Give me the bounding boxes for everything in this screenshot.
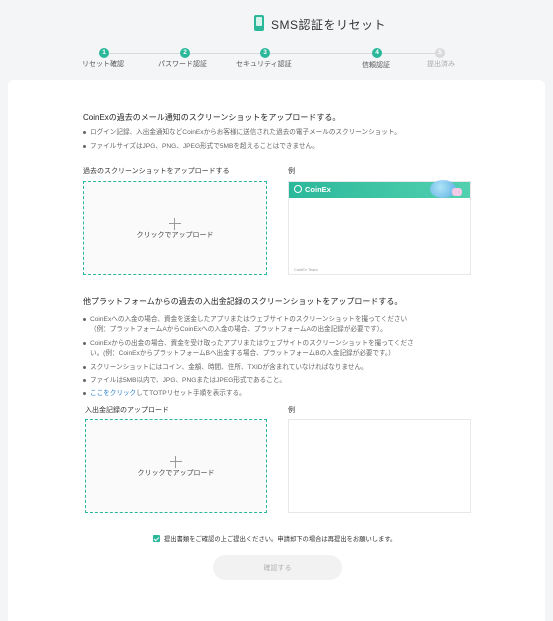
coinex-logo: CoinEx bbox=[294, 185, 331, 194]
list-item: ここをクリックしてTOTPリセット手順を表示する。 bbox=[83, 389, 246, 398]
step-connector bbox=[270, 53, 373, 54]
email-screenshot-upload[interactable]: クリックでアップロード bbox=[83, 181, 267, 275]
example-label: 例 bbox=[288, 407, 295, 414]
example-footer: CoinEx Team bbox=[294, 267, 318, 272]
upload-text: クリックでアップロード bbox=[137, 470, 215, 477]
example-banner: CoinEx bbox=[289, 180, 470, 198]
step-connector bbox=[105, 53, 183, 54]
step-2-indicator: 2 bbox=[180, 48, 190, 58]
plus-icon bbox=[169, 218, 181, 230]
upload-text: クリックでアップロード bbox=[136, 232, 214, 239]
step-3-label: セキュリティ認証 bbox=[236, 61, 292, 68]
step-2-label: パスワード認証 bbox=[158, 61, 207, 68]
step-progress: 1 リセット確認 2 パスワード認証 3 セキュリティ認証 4 信頼認証 5 提… bbox=[0, 48, 553, 72]
step-connector bbox=[381, 53, 435, 54]
list-item-continuation: い。(例：CoinExからプラットフォームBへ出金する場合、プラットフォームBの… bbox=[90, 350, 395, 357]
step-connector bbox=[190, 53, 262, 54]
page-header: SMS認証をリセット bbox=[0, 14, 553, 34]
step-5-indicator: 5 bbox=[435, 48, 445, 58]
step-4-indicator: 4 bbox=[372, 48, 382, 58]
email-example-image: CoinEx CoinEx Team bbox=[288, 180, 471, 275]
step-1-label: リセット確認 bbox=[82, 61, 124, 68]
list-item: スクリーンショットにはコイン、金額、時間、住所、TXIDが含まれていなければなり… bbox=[83, 363, 368, 372]
list-item: CoinExへの入金の場合、資金を送金したアプリまたはウェブサイトのスクリーンシ… bbox=[83, 315, 407, 324]
agreement-checkbox[interactable] bbox=[153, 535, 160, 542]
step-5-label: 提出済み bbox=[427, 61, 455, 68]
plus-icon bbox=[170, 456, 182, 468]
decorative-graphic bbox=[452, 188, 462, 196]
list-item: CoinExからの出金の場合、資金を受け取ったアプリまたはウェブサイトのスクリー… bbox=[83, 339, 414, 348]
step-3-indicator: 3 bbox=[260, 48, 270, 58]
step-4-label: 信頼認証 bbox=[362, 62, 390, 69]
list-item: ファイルは5MB以内で、JPG、PNGまたはJPEG形式であること。 bbox=[83, 376, 286, 385]
email-upload-label: 過去のスクリーンショットをアップロードする bbox=[83, 168, 230, 175]
phone-icon bbox=[254, 15, 264, 31]
list-item: ログイン記録、入出金通知などCoinExからお客様に送信された過去の電子メールの… bbox=[83, 128, 401, 137]
email-screenshot-section-title: CoinExの過去のメール通知のスクリーンショットをアップロードする。 bbox=[83, 113, 341, 122]
deposit-upload-label: 入出金記録のアップロード bbox=[85, 407, 169, 414]
deposit-example-image bbox=[288, 419, 471, 513]
example-label: 例 bbox=[288, 168, 295, 175]
page-title: SMS認証をリセット bbox=[271, 18, 387, 32]
totp-reset-link[interactable]: ここをクリック bbox=[90, 390, 136, 397]
step-1-indicator: 1 bbox=[99, 48, 109, 58]
deposit-record-upload[interactable]: クリックでアップロード bbox=[85, 419, 267, 513]
deposit-screenshot-section-title: 他プラットフォームからの過去の入出金記録のスクリーンショットをアップロードする。 bbox=[83, 297, 403, 306]
list-item: ファイルサイズはJPG、PNG、JPEG形式で5MBを超えることはできません。 bbox=[83, 142, 319, 151]
list-item-continuation: （例：プラットフォームAからCoinExへの入金の場合、プラットフォームAの出金… bbox=[90, 326, 387, 333]
confirm-button[interactable]: 確認する bbox=[213, 555, 342, 580]
agreement-text: 提出書類をご確認の上ご提出ください。申請却下の場合は再提出をお願いします。 bbox=[164, 536, 397, 543]
